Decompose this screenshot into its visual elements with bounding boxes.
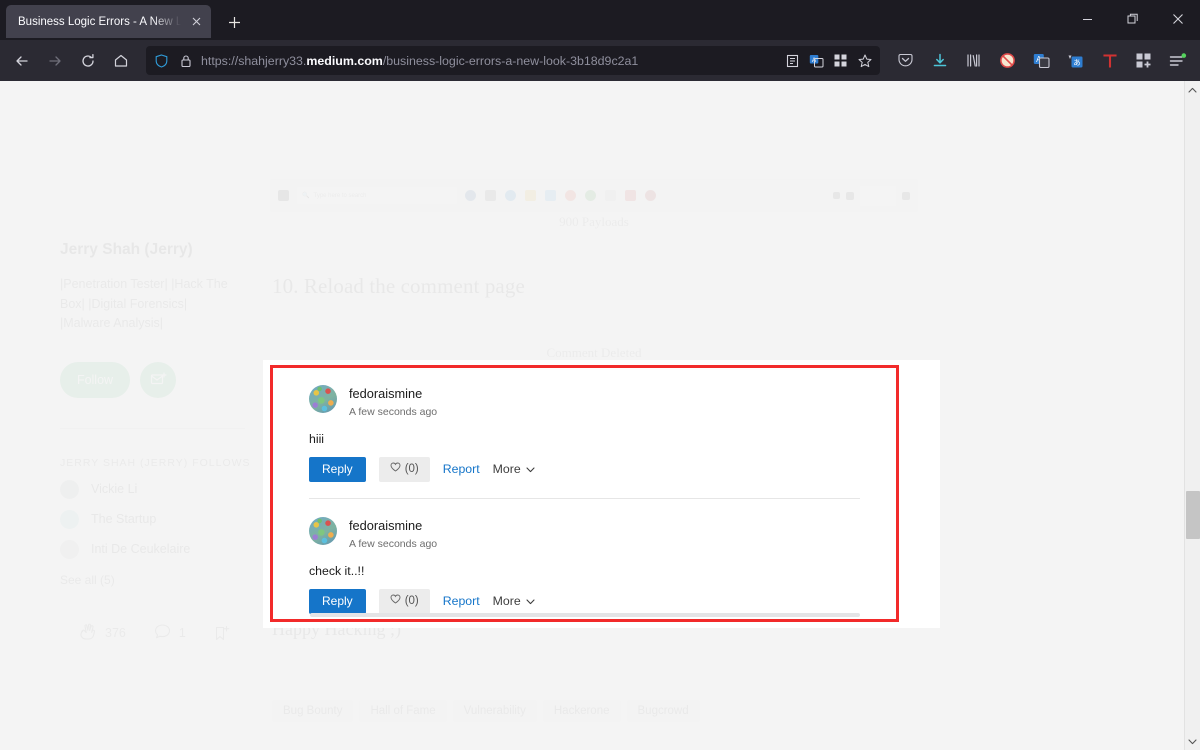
new-tab-button[interactable] — [219, 7, 249, 37]
close-icon[interactable] — [187, 13, 205, 31]
floating-stats-bar: 376 1 — [78, 622, 230, 644]
firefox-icon — [565, 190, 576, 201]
scroll-up-arrow-icon[interactable] — [1185, 81, 1200, 98]
page-scrollbar[interactable] — [1184, 81, 1200, 750]
reload-icon[interactable] — [72, 46, 104, 76]
close-icon[interactable] — [1155, 0, 1200, 38]
edge-icon — [505, 190, 516, 201]
windows-start-icon — [278, 190, 289, 201]
follow-list-item[interactable]: The Startup — [60, 509, 260, 529]
shield-icon[interactable] — [153, 52, 170, 69]
medium-article-page: 🔍 Type here to search 900 Payloads 10. R… — [0, 81, 1184, 750]
scrollbar-thumb[interactable] — [1186, 491, 1200, 539]
tag-item[interactable]: Vulnerability — [452, 700, 537, 722]
clap-count: 376 — [105, 626, 126, 640]
translate-icon[interactable]: A — [808, 52, 825, 69]
tampermonkey-icon[interactable] — [1093, 46, 1126, 76]
annotation-highlight-box — [270, 365, 899, 622]
tag-item[interactable]: Hall of Fame — [359, 700, 447, 722]
embedded-search-field: 🔍 Type here to search — [297, 187, 457, 204]
tag-item[interactable]: Hackerone — [542, 700, 621, 722]
reader-mode-icon[interactable] — [784, 52, 801, 69]
forward-arrow-icon[interactable] — [39, 46, 71, 76]
translator-icon[interactable]: A — [1025, 46, 1058, 76]
mail-subscribe-icon[interactable] — [140, 361, 176, 398]
window-controls — [1065, 0, 1200, 38]
avatar — [60, 539, 79, 559]
svg-text:あ: あ — [1073, 58, 1081, 67]
home-icon[interactable] — [105, 46, 137, 76]
burp-icon — [645, 190, 656, 201]
extensions-icon[interactable] — [1127, 46, 1160, 76]
clap-icon — [78, 622, 97, 644]
author-sidebar: Jerry Shah (Jerry) |Penetration Tester| … — [60, 241, 260, 587]
embedded-screenshot: 🔍 Type here to search — [270, 179, 918, 212]
download-icon[interactable] — [923, 46, 956, 76]
task-view-icon — [485, 190, 496, 201]
article-tags: Bug Bounty Hall of Fame Vulnerability Ha… — [272, 700, 700, 722]
tray-clock — [860, 185, 896, 206]
embedded-search-placeholder: Type here to search — [313, 192, 367, 199]
app-icon — [625, 190, 636, 201]
follow-list-item[interactable]: Vickie Li — [60, 479, 260, 499]
avatar — [60, 479, 79, 499]
star-bookmark-icon[interactable] — [856, 52, 873, 69]
lock-icon[interactable] — [177, 52, 194, 69]
browser-tab[interactable]: Business Logic Errors - A New Look — [6, 5, 211, 38]
restore-icon[interactable] — [1110, 0, 1155, 38]
search-icon: 🔍 — [302, 193, 310, 199]
author-actions: Follow — [60, 361, 260, 398]
extension-grid-icon[interactable] — [832, 52, 849, 69]
follow-button[interactable]: Follow — [60, 361, 130, 398]
page-viewport: 🔍 Type here to search 900 Payloads 10. R… — [0, 81, 1200, 750]
mail-icon — [545, 190, 556, 201]
tray-chevron-icon — [833, 192, 840, 199]
follow-item-label: Vickie Li — [91, 482, 138, 496]
browser-titlebar: Business Logic Errors - A New Look — [0, 0, 1200, 40]
comment-deleted-caption: Comment Deleted — [546, 345, 642, 360]
library-icon[interactable] — [957, 46, 990, 76]
tab-title: Business Logic Errors - A New Look — [18, 15, 181, 28]
japanese-dictionary-icon[interactable]: あ — [1059, 46, 1092, 76]
cortana-icon — [465, 190, 476, 201]
comment-stat[interactable]: 1 — [154, 623, 186, 643]
pocket-icon[interactable] — [889, 46, 922, 76]
taskbar-tray — [833, 185, 910, 206]
url-text[interactable]: https://shahjerry33.medium.com/business-… — [201, 54, 777, 68]
section-heading: 10. Reload the comment page — [272, 274, 525, 298]
chrome-icon — [585, 190, 596, 201]
url-bar[interactable]: https://shahjerry33.medium.com/business-… — [146, 46, 880, 75]
taskbar-icons — [465, 190, 656, 201]
tag-item[interactable]: Bug Bounty — [272, 700, 354, 722]
tray-network-icon — [846, 191, 854, 200]
follows-heading: JERRY SHAH (JERRY) FOLLOWS — [60, 456, 251, 469]
follow-list-item[interactable]: Inti De Ceukelaire — [60, 539, 260, 559]
browser-window: Business Logic Errors - A New Look — [0, 0, 1200, 750]
scroll-down-arrow-icon[interactable] — [1185, 733, 1200, 750]
tag-item[interactable]: Bugcrowd — [626, 700, 700, 722]
document-icon — [605, 190, 616, 201]
action-center-icon — [902, 191, 910, 200]
comment-count: 1 — [178, 626, 186, 640]
author-bio: |Penetration Tester| |Hack The Box| |Dig… — [60, 277, 228, 330]
follow-item-label: Inti De Ceukelaire — [91, 542, 191, 556]
explorer-icon — [525, 190, 536, 201]
see-all-link[interactable]: See all (5) — [60, 573, 260, 587]
sidebar-divider — [60, 427, 245, 429]
extension-toolbar: A あ — [889, 46, 1194, 76]
app-menu-icon[interactable] — [1161, 46, 1194, 76]
back-arrow-icon[interactable] — [6, 46, 38, 76]
bookmark-add-icon[interactable] — [214, 625, 230, 642]
minimize-icon[interactable] — [1065, 0, 1110, 38]
comment-bubble-icon — [154, 623, 171, 643]
browser-navbar: https://shahjerry33.medium.com/business-… — [0, 40, 1200, 81]
avatar — [60, 509, 79, 529]
adblock-icon[interactable] — [991, 46, 1024, 76]
image-caption: 900 Payloads — [559, 214, 629, 229]
author-name[interactable]: Jerry Shah (Jerry) — [60, 241, 260, 259]
clap-stat[interactable]: 376 — [78, 622, 126, 644]
follow-item-label: The Startup — [91, 512, 157, 526]
